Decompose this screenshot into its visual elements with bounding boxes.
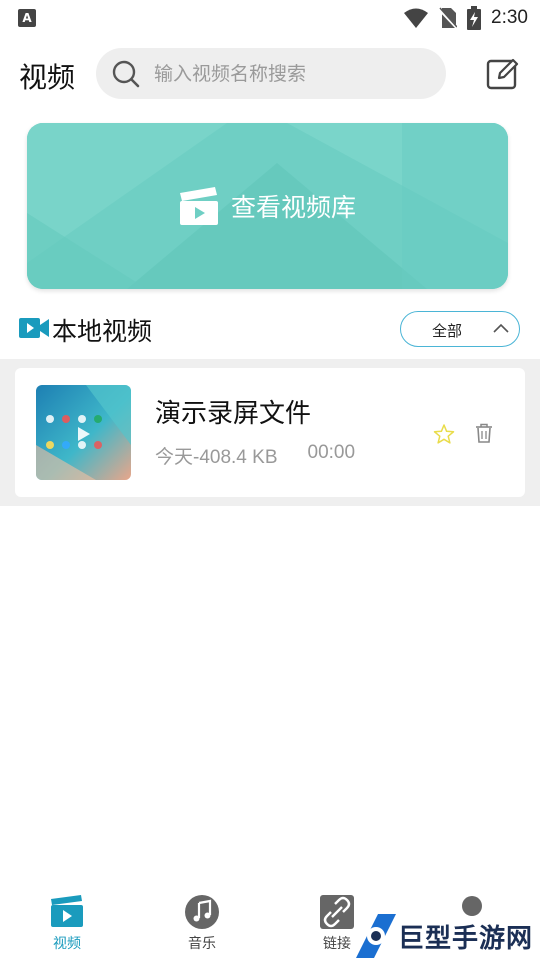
trash-icon[interactable]: [475, 423, 493, 443]
filter-label: 全部: [432, 322, 463, 340]
video-library-banner[interactable]: 查看视频库: [27, 123, 508, 289]
video-title: 演示录屏文件: [155, 399, 312, 429]
status-bar: A 2:30: [0, 0, 540, 36]
search-bar[interactable]: [96, 48, 446, 99]
video-list-item[interactable]: 演示录屏文件 今天-408.4 KB 00:00: [15, 368, 525, 497]
local-videos-header: 本地视频 全部: [0, 308, 540, 352]
star-icon[interactable]: [433, 423, 455, 445]
page-title: 视频: [19, 61, 76, 94]
banner-label: 查看视频库: [230, 193, 356, 222]
tab-label: 视频: [53, 936, 81, 952]
music-tab-icon: [185, 895, 219, 929]
search-input[interactable]: [154, 62, 424, 85]
video-camera-icon: [19, 318, 49, 338]
video-meta: 今天-408.4 KB 00:00: [155, 442, 355, 469]
tab-label: 音乐: [188, 936, 216, 952]
header: 视频: [0, 44, 540, 106]
video-duration: 00:00: [307, 442, 356, 463]
wifi-icon: [404, 8, 429, 28]
search-icon: [112, 60, 140, 87]
battery-charging-icon: [467, 6, 482, 30]
watermark-logo: [356, 914, 396, 958]
edit-icon[interactable]: [486, 57, 520, 91]
section-title: 本地视频: [52, 317, 153, 346]
no-sim-icon: [439, 7, 458, 29]
tab-video[interactable]: 视频: [17, 886, 117, 960]
watermark: 巨型手游网: [348, 910, 540, 960]
filter-dropdown[interactable]: 全部: [400, 311, 520, 347]
clapperboard-icon: [179, 187, 218, 225]
chevron-up-icon: [493, 323, 509, 333]
video-tab-icon: [51, 895, 83, 927]
status-time: 2:30: [491, 7, 528, 28]
watermark-text: 巨型手游网: [398, 924, 534, 954]
app-notification-icon: A: [18, 9, 36, 27]
video-date-size: 今天-408.4 KB: [155, 447, 278, 468]
tab-music[interactable]: 音乐: [152, 886, 252, 960]
status-icons: 2:30: [403, 4, 528, 32]
video-list: 演示录屏文件 今天-408.4 KB 00:00: [0, 359, 540, 506]
video-thumbnail: [36, 385, 131, 480]
